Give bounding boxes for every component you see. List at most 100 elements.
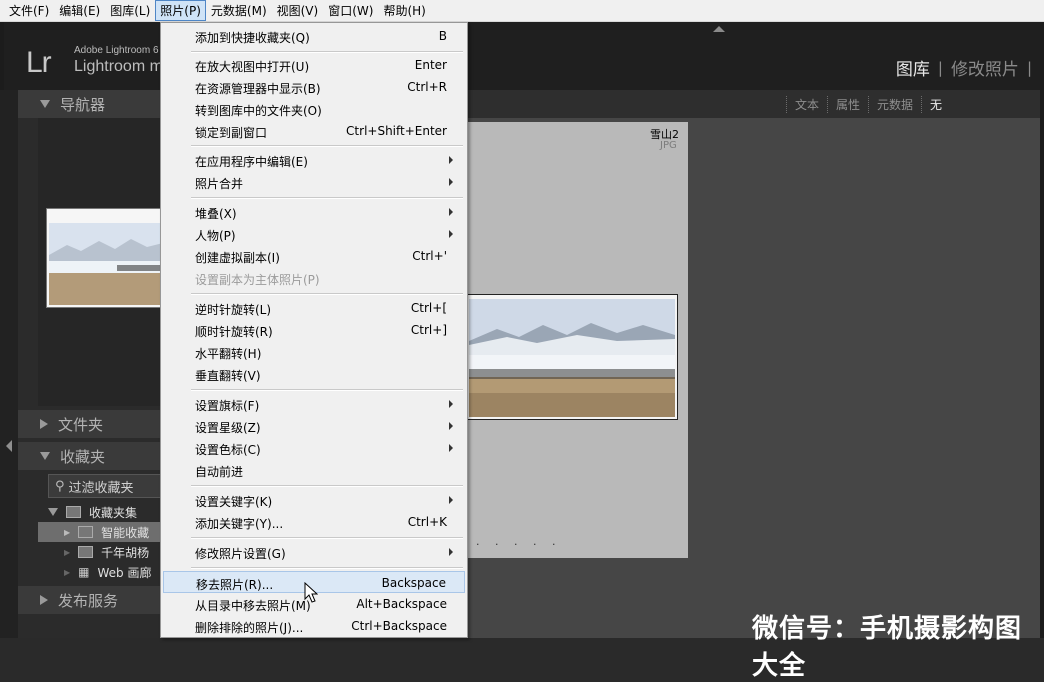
menu-item-set-copy-as-master: 设置副本为主体照片(P) — [195, 273, 320, 287]
menu-item-go-to-folder[interactable]: 转到图库中的文件夹(O) — [163, 98, 465, 120]
menu-file[interactable]: 文件(F) — [4, 0, 54, 21]
menu-item-set-color-label[interactable]: 设置色标(C) — [163, 437, 465, 459]
watermark-text: 微信号：手机摄影构图大全 — [752, 614, 1023, 681]
menu-help[interactable]: 帮助(H) — [378, 0, 430, 21]
submenu-arrow-icon — [449, 496, 453, 504]
menu-item-create-virtual-copy[interactable]: 创建虚拟副本(I) Ctrl+' — [163, 245, 465, 267]
menu-separator — [191, 537, 463, 539]
lightroom-app: Lr Adobe Lightroom 6 Lightroom m 图库 | 修改… — [0, 22, 1044, 681]
menu-item-delete-rejected[interactable]: 删除排除的照片(J)... Ctrl+Backspace — [163, 615, 465, 637]
menu-item-edit-in[interactable]: 在应用程序中编辑(E) — [163, 149, 465, 171]
library-filter-bar: 文本 属性 元数据 无 — [468, 90, 1040, 118]
collapse-top-panel-icon[interactable] — [713, 26, 725, 32]
triangle-right-icon: ▶ — [64, 527, 71, 537]
menu-item-add-to-quick-collection[interactable]: 添加到快捷收藏夹(Q) B — [163, 25, 465, 47]
submenu-arrow-icon — [449, 422, 453, 430]
menu-item-people[interactable]: 人物(P) — [163, 223, 465, 245]
triangle-right-icon: ▶ — [64, 547, 71, 557]
folders-title: 文件夹 — [58, 415, 104, 434]
menu-edit[interactable]: 编辑(E) — [54, 0, 105, 21]
menu-item-set-rating[interactable]: 设置星级(Z) — [163, 415, 465, 437]
menu-item-develop-settings[interactable]: 修改照片设置(G) — [163, 541, 465, 563]
collection-item[interactable]: ▶ ▦ Web 画廊 — [38, 562, 178, 582]
collection-item[interactable]: ▶ 千年胡杨 — [38, 542, 178, 562]
triangle-down-icon — [40, 100, 50, 108]
menu-separator — [191, 197, 463, 199]
menu-separator — [191, 145, 463, 147]
menu-item-stacking[interactable]: 堆叠(X) — [163, 201, 465, 223]
collection-item[interactable]: 收藏夹集 — [38, 502, 178, 522]
triangle-right-icon — [40, 595, 48, 605]
brand-line2: Lightroom m — [74, 58, 163, 75]
collections-header[interactable]: 收藏夹 — [18, 442, 178, 470]
menu-item-set-flag[interactable]: 设置旗标(F) — [163, 393, 465, 415]
collection-item[interactable]: ▶ 智能收藏 — [38, 522, 178, 542]
module-picker: 图库 | 修改照片 | — [888, 55, 1032, 81]
submenu-arrow-icon — [449, 400, 453, 408]
menu-item-rotate-right[interactable]: 顺时针旋转(R) Ctrl+] — [163, 319, 465, 341]
publish-services-title: 发布服务 — [58, 591, 119, 610]
collection-icon — [78, 546, 94, 558]
grid-icon: ▦ — [78, 565, 90, 579]
module-separator: | — [1026, 58, 1032, 77]
menu-separator — [191, 293, 463, 295]
publish-services-header[interactable]: 发布服务 — [18, 586, 178, 614]
collapse-left-panel-icon[interactable] — [6, 440, 12, 452]
menu-item-show-in-explorer[interactable]: 在资源管理器中显示(B) Ctrl+R — [163, 76, 465, 98]
menu-item-flip-horizontal[interactable]: 水平翻转(H) — [163, 341, 465, 363]
menu-window[interactable]: 窗口(W) — [323, 0, 378, 21]
collections-title: 收藏夹 — [60, 447, 106, 466]
filter-text[interactable]: 文本 — [785, 95, 827, 113]
menu-view[interactable]: 视图(V) — [272, 0, 324, 21]
submenu-arrow-icon — [449, 230, 453, 238]
smart-collection-icon — [78, 526, 94, 538]
collection-label: Web 画廊 — [97, 565, 152, 580]
lr-logo: Lr — [26, 46, 52, 79]
menu-item-lock-to-second-window[interactable]: 锁定到副窗口 Ctrl+Shift+Enter — [163, 120, 465, 142]
menu-separator — [191, 485, 463, 487]
menu-photo[interactable]: 照片(P) — [155, 0, 206, 21]
filter-metadata[interactable]: 元数据 — [867, 95, 921, 113]
submenu-arrow-icon — [449, 444, 453, 452]
submenu-arrow-icon — [449, 208, 453, 216]
filter-attribute[interactable]: 属性 — [826, 95, 868, 113]
collection-label: 收藏夹集 — [89, 505, 138, 520]
menu-bar: 文件(F) 编辑(E) 图库(L) 照片(P) 元数据(M) 视图(V) 窗口(… — [0, 0, 1044, 22]
menu-separator — [191, 51, 463, 53]
triangle-down-icon — [40, 452, 50, 460]
menu-separator — [191, 567, 463, 569]
menu-item-photo-merge[interactable]: 照片合并 — [163, 171, 465, 193]
triangle-right-icon: ▶ — [64, 567, 71, 577]
menu-item-add-keywords[interactable]: 添加关键字(Y)... Ctrl+K — [163, 511, 465, 533]
mouse-pointer-icon — [304, 582, 318, 603]
menu-separator — [191, 389, 463, 391]
submenu-arrow-icon — [449, 156, 453, 164]
collection-set-icon — [66, 506, 81, 518]
menu-item-rotate-left[interactable]: 逆时针旋转(L) Ctrl+[ — [163, 297, 465, 319]
search-icon: ⚲ — [55, 478, 65, 494]
triangle-right-icon — [40, 419, 48, 429]
menu-item-set-keyword[interactable]: 设置关键字(K) — [163, 489, 465, 511]
triangle-down-icon — [48, 508, 58, 516]
collection-label: 千年胡杨 — [101, 545, 150, 560]
menu-item-open-in-loupe[interactable]: 在放大视图中打开(U) Enter — [163, 54, 465, 76]
menu-metadata[interactable]: 元数据(M) — [206, 0, 272, 21]
folders-header[interactable]: 文件夹 — [18, 410, 178, 438]
brand-line1: Adobe Lightroom 6 — [74, 45, 159, 56]
navigator-header[interactable]: 导航器 — [18, 90, 178, 118]
menu-item-auto-advance[interactable]: 自动前进 — [163, 459, 465, 481]
cell-rating-dots[interactable]: · · · · · — [476, 538, 561, 551]
filter-placeholder: 过滤收藏夹 — [68, 480, 134, 496]
snow-mountain-image — [467, 295, 677, 419]
module-library[interactable]: 图库 — [888, 55, 938, 80]
filter-none[interactable]: 无 — [920, 95, 950, 113]
collection-label: 智能收藏 — [101, 525, 150, 540]
left-panel-edge[interactable] — [0, 90, 18, 638]
menu-library[interactable]: 图库(L) — [105, 0, 155, 21]
photo-menu: 添加到快捷收藏夹(Q) B 在放大视图中打开(U) Enter 在资源管理器中显示(… — [160, 22, 468, 638]
module-develop[interactable]: 修改照片 — [943, 55, 1027, 80]
photo-thumbnail[interactable] — [466, 294, 678, 420]
submenu-arrow-icon — [449, 178, 453, 186]
left-panel: 导航器 文件夹 收藏夹 ⚲ 过滤收藏夹 收藏夹集 ▶ 智能收藏 ▶ 千年胡杨 ▶… — [18, 90, 180, 638]
menu-item-flip-vertical[interactable]: 垂直翻转(V) — [163, 363, 465, 385]
